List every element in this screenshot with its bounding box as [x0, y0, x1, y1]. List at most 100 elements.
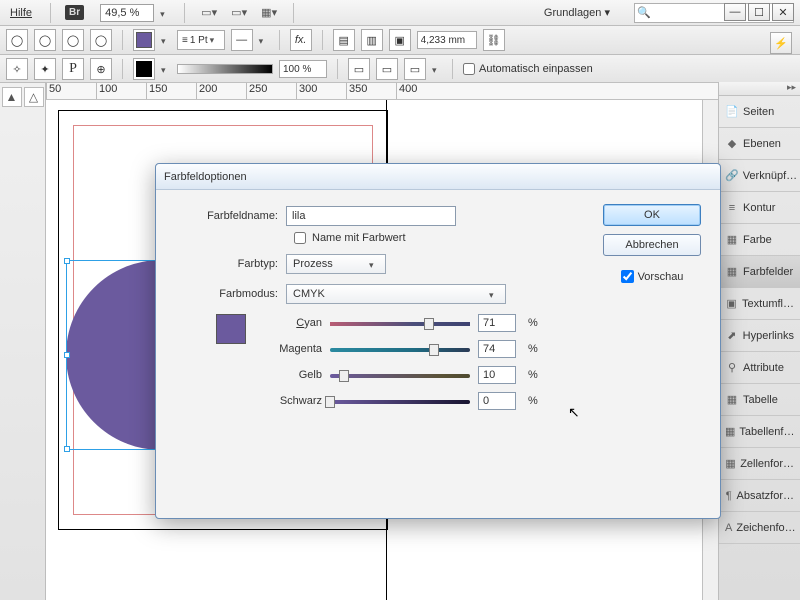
chevron-down-icon	[369, 259, 379, 269]
quick-apply-icon[interactable]: ⚡	[770, 32, 792, 54]
tool-icon[interactable]: ◯	[34, 29, 56, 51]
yellow-value[interactable]	[478, 366, 516, 384]
panel-icon: ▦	[725, 393, 739, 407]
stroke-style-icon[interactable]: —	[231, 29, 253, 51]
workspace-switcher[interactable]: Grundlagen ▾	[540, 4, 614, 21]
magenta-slider[interactable]	[330, 343, 470, 355]
panel-icon: ▦	[725, 457, 736, 471]
chevron-down-icon[interactable]	[161, 35, 171, 45]
tool-icon[interactable]: ◯	[90, 29, 112, 51]
dock-collapse-icon[interactable]: ▸▸	[719, 82, 800, 96]
stroke-weight-field[interactable]: ≡1 Pt	[177, 30, 225, 50]
align-icon[interactable]: ▤	[333, 29, 355, 51]
panel-label: Tabelle	[743, 394, 778, 406]
panel-icon: ▦	[725, 233, 739, 247]
color-type-label: Farbtyp:	[174, 258, 286, 270]
control-bar-2: ✧ ✦ P ⊕ ▭ ▭ ▭ Automatisch einpassen	[0, 55, 800, 84]
tool-icon[interactable]: ◯	[6, 29, 28, 51]
direct-selection-tool-icon[interactable]: △	[24, 87, 44, 107]
window-maximize-button[interactable]: ☐	[748, 3, 770, 21]
panel-attribute[interactable]: ⚲Attribute	[719, 352, 800, 384]
panel-verknpf[interactable]: 🔗 Verknüpf…	[719, 160, 800, 192]
ruler-tick: 300	[296, 83, 346, 99]
color-mode-label: Farbmodus:	[174, 288, 286, 300]
ruler-tick: 200	[196, 83, 246, 99]
wrap-icon[interactable]: ▭	[376, 58, 398, 80]
window-minimize-button[interactable]: —	[724, 3, 746, 21]
panel-tabellenf[interactable]: ▦Tabellenf…	[719, 416, 800, 448]
screen-mode-icon[interactable]: ▭▾	[229, 3, 249, 23]
panel-seiten[interactable]: 📄Seiten	[719, 96, 800, 128]
yellow-slider[interactable]	[330, 369, 470, 381]
color-mode-combo[interactable]: CMYK	[286, 284, 506, 304]
frame-fit-icon[interactable]: ▣	[389, 29, 411, 51]
panel-farbe[interactable]: ▦Farbe	[719, 224, 800, 256]
panel-label: Zellenfor…	[740, 458, 794, 470]
chevron-down-icon	[489, 289, 499, 299]
panel-zellenfor[interactable]: ▦ Zellenfor…	[719, 448, 800, 480]
align-icon[interactable]: ▥	[361, 29, 383, 51]
preview-checkbox[interactable]: Vorschau	[621, 270, 684, 283]
menu-help[interactable]: Hilfe	[6, 5, 36, 21]
panel-icon: 🔗	[725, 169, 739, 183]
wrap-icon[interactable]: ▭	[404, 58, 426, 80]
panel-tabelle[interactable]: ▦ Tabelle	[719, 384, 800, 416]
arrange-icon[interactable]: ▦▾	[259, 3, 279, 23]
panel-ebenen[interactable]: ◆Ebenen	[719, 128, 800, 160]
tool-icon[interactable]: ⊕	[90, 58, 112, 80]
tint-ramp[interactable]	[177, 64, 273, 74]
zoom-input[interactable]	[100, 4, 154, 22]
bridge-icon[interactable]: Br	[65, 5, 84, 20]
zoom-control[interactable]	[100, 4, 170, 22]
panel-icon: ◆	[725, 137, 739, 151]
dimension-field[interactable]	[417, 31, 477, 49]
fill-swatch[interactable]	[133, 29, 155, 51]
view-options-icon[interactable]: ▭▾	[199, 3, 219, 23]
color-type-combo[interactable]: Prozess	[286, 254, 386, 274]
panel-label: Farbfelder	[743, 266, 793, 278]
ruler-tick: 250	[246, 83, 296, 99]
cyan-slider[interactable]	[330, 317, 470, 329]
panel-icon: ⚲	[725, 361, 739, 375]
panel-farbfelder[interactable]: ▦ Farbfelder	[719, 256, 800, 288]
panel-icon: ▦	[725, 265, 739, 279]
black-value[interactable]	[478, 392, 516, 410]
chevron-down-icon[interactable]	[160, 8, 170, 18]
ruler-tick: 100	[96, 83, 146, 99]
swatch-name-label: Farbfeldname:	[174, 210, 286, 222]
autofit-checkbox[interactable]: Automatisch einpassen	[463, 63, 593, 75]
fx-icon[interactable]: fx.	[290, 29, 312, 51]
panel-absatzfor[interactable]: ¶Absatzfor…	[719, 480, 800, 512]
panel-textumfl[interactable]: ▣Textumfl…	[719, 288, 800, 320]
ruler-tick: 150	[146, 83, 196, 99]
magenta-label: Magenta	[262, 343, 322, 355]
magenta-value[interactable]	[478, 340, 516, 358]
type-tool-icon[interactable]: P	[62, 58, 84, 80]
tool-icon[interactable]: ✧	[6, 58, 28, 80]
panel-icon: ¶	[725, 489, 733, 503]
window-close-button[interactable]: ✕	[772, 3, 794, 21]
ok-button[interactable]: OK	[603, 204, 701, 226]
wrap-icon[interactable]: ▭	[348, 58, 370, 80]
cyan-value[interactable]	[478, 314, 516, 332]
dialog-title[interactable]: Farbfeldoptionen	[156, 164, 720, 190]
swatch-name-input[interactable]	[286, 206, 456, 226]
tool-icon[interactable]: ◯	[62, 29, 84, 51]
control-bar-1: ◯ ◯ ◯ ◯ ≡1 Pt — fx. ▤ ▥ ▣ ⛓ ⚡	[0, 26, 800, 55]
panel-label: Verknüpf…	[743, 170, 797, 182]
panel-hyperlinks[interactable]: ⬈Hyperlinks	[719, 320, 800, 352]
search-icon: 🔍	[635, 6, 653, 19]
black-slider[interactable]	[330, 395, 470, 407]
tint-field[interactable]	[279, 60, 327, 78]
link-icon[interactable]: ⛓	[483, 29, 505, 51]
stroke-swatch[interactable]	[133, 58, 155, 80]
cancel-button[interactable]: Abbrechen	[603, 234, 701, 256]
yellow-label: Gelb	[262, 369, 322, 381]
toolbox: ▲△	[0, 82, 46, 600]
ruler-tick: 50	[46, 83, 96, 99]
panel-kontur[interactable]: ≡Kontur	[719, 192, 800, 224]
selection-tool-icon[interactable]: ▲	[2, 87, 22, 107]
panel-zeichenfo[interactable]: AZeichenfo…	[719, 512, 800, 544]
menubar: Hilfe Br ▭▾ ▭▾ ▦▾ Grundlagen ▾ 🔍 — ☐ ✕	[0, 0, 800, 26]
tool-icon[interactable]: ✦	[34, 58, 56, 80]
